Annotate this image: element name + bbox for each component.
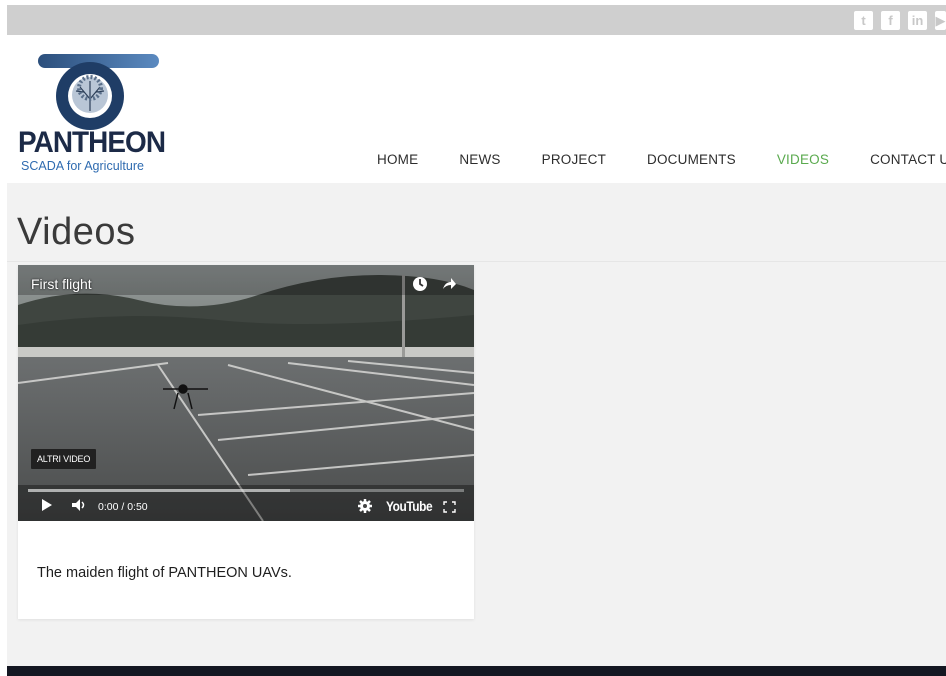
video-caption: The maiden flight of PANTHEON UAVs. — [37, 565, 292, 581]
youtube-logo[interactable]: YouTube — [386, 498, 433, 514]
site-footer — [7, 666, 946, 676]
video-progress-bar[interactable] — [28, 489, 464, 492]
more-videos-button[interactable]: ALTRI VIDEO — [31, 449, 97, 469]
progress-buffer — [28, 489, 290, 492]
video-title[interactable]: First flight — [31, 276, 92, 292]
title-divider — [7, 261, 946, 262]
nav-item-project[interactable]: PROJECT — [542, 152, 606, 167]
video-card: First flight ALTRI VIDEO 0:00 / 0:50 You… — [18, 265, 474, 619]
video-frame — [18, 265, 474, 521]
main-nav: HOME NEWS PROJECT DOCUMENTS VIDEOS CONTA… — [377, 152, 946, 167]
page-title: Videos — [17, 211, 136, 253]
nav-item-contact-us[interactable]: CONTACT US — [870, 152, 946, 167]
logo-wordmark: PANTHEON — [18, 126, 166, 159]
twitter-icon[interactable]: t — [854, 11, 873, 30]
logo-emblem — [38, 54, 159, 130]
linkedin-icon[interactable]: in — [908, 11, 927, 30]
nav-item-videos[interactable]: VIDEOS — [777, 152, 829, 167]
watch-later-icon[interactable] — [411, 275, 429, 293]
pantheon-logo[interactable]: PANTHEON SCADA for Agriculture — [18, 51, 178, 177]
social-links: t f in ▶ — [854, 11, 946, 30]
video-time: 0:00 / 0:50 — [98, 501, 148, 513]
page: t f in ▶ PANTHEON SCADA for Agriculture … — [7, 5, 946, 676]
top-bar: t f in ▶ — [7, 5, 946, 35]
video-player[interactable]: First flight ALTRI VIDEO 0:00 / 0:50 You… — [18, 265, 474, 521]
nav-item-documents[interactable]: DOCUMENTS — [647, 152, 736, 167]
logo-tagline: SCADA for Agriculture — [21, 159, 144, 173]
site-header: PANTHEON SCADA for Agriculture HOME NEWS… — [7, 35, 946, 183]
share-icon[interactable] — [440, 275, 458, 293]
nav-item-home[interactable]: HOME — [377, 152, 418, 167]
facebook-icon[interactable]: f — [881, 11, 900, 30]
youtube-icon[interactable]: ▶ — [935, 11, 946, 30]
nav-item-news[interactable]: NEWS — [459, 152, 500, 167]
